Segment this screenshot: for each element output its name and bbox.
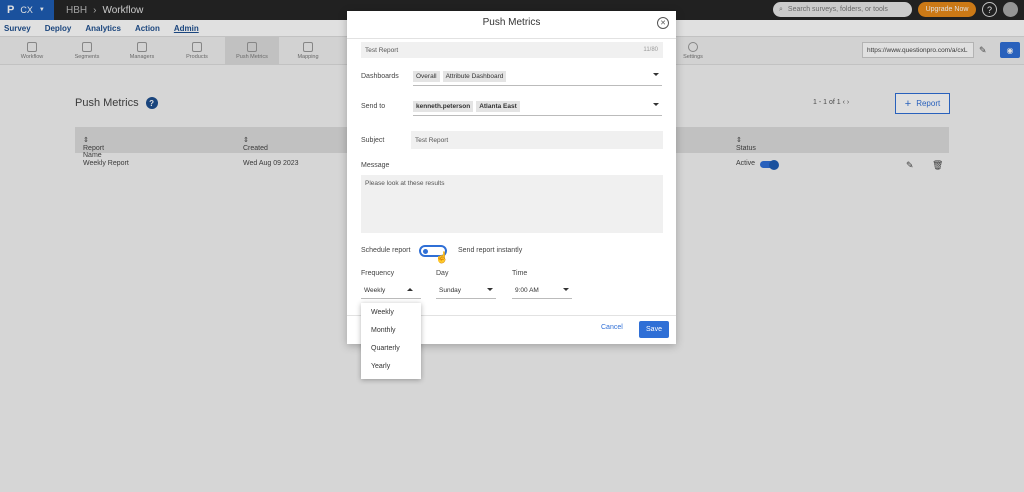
subject-label: Subject <box>361 137 385 144</box>
char-counter: 11/80 <box>643 47 658 53</box>
time-value: 9:00 AM <box>515 287 539 294</box>
chevron-down-icon <box>563 288 569 291</box>
frequency-dropdown: Weekly Monthly Quarterly Yearly <box>361 303 421 379</box>
subject-field[interactable]: Test Report <box>411 131 663 149</box>
sendto-select[interactable]: kenneth.peterson Atlanta East <box>413 98 662 116</box>
message-label: Message <box>361 162 390 169</box>
modal-title: Push Metrics <box>482 17 541 28</box>
time-label: Time <box>512 270 528 277</box>
schedule-label: Schedule report <box>361 247 411 254</box>
dashboards-select[interactable]: Overall Attribute Dashboard <box>413 68 662 86</box>
frequency-label: Frequency <box>361 270 395 277</box>
save-button[interactable]: Save <box>639 321 669 338</box>
divider <box>347 38 676 39</box>
dashboards-label: Dashboards <box>361 73 399 80</box>
chevron-down-icon <box>653 103 659 106</box>
time-select[interactable]: 9:00 AM <box>512 283 572 299</box>
report-name-field[interactable]: Test Report 11/80 <box>361 42 663 58</box>
day-select[interactable]: Sunday <box>436 283 496 299</box>
chevron-down-icon <box>487 288 493 291</box>
chevron-down-icon <box>653 73 659 76</box>
option-weekly[interactable]: Weekly <box>371 309 394 316</box>
option-yearly[interactable]: Yearly <box>371 363 390 370</box>
chip-dashboard[interactable]: Attribute Dashboard <box>442 71 507 82</box>
report-name-value: Test Report <box>365 46 399 54</box>
chip-recipient[interactable]: Atlanta East <box>476 101 520 112</box>
sendto-label: Send to <box>361 103 386 110</box>
chip-recipient[interactable]: kenneth.peterson <box>413 101 474 112</box>
day-value: Sunday <box>439 287 462 294</box>
cancel-button[interactable]: Cancel <box>601 324 623 331</box>
instant-label: Send report instantly <box>458 247 523 254</box>
option-monthly[interactable]: Monthly <box>371 327 396 334</box>
frequency-value: Weekly <box>364 287 386 294</box>
option-quarterly[interactable]: Quarterly <box>371 345 400 352</box>
chevron-up-icon <box>407 288 413 291</box>
message-textarea[interactable]: Please look at these results <box>361 175 663 233</box>
chip-dashboard[interactable]: Overall <box>413 71 440 82</box>
close-icon[interactable]: ✕ <box>657 17 669 29</box>
frequency-select[interactable]: Weekly <box>361 283 421 299</box>
day-label: Day <box>436 270 449 277</box>
hand-cursor-icon: ☝ <box>435 252 449 264</box>
